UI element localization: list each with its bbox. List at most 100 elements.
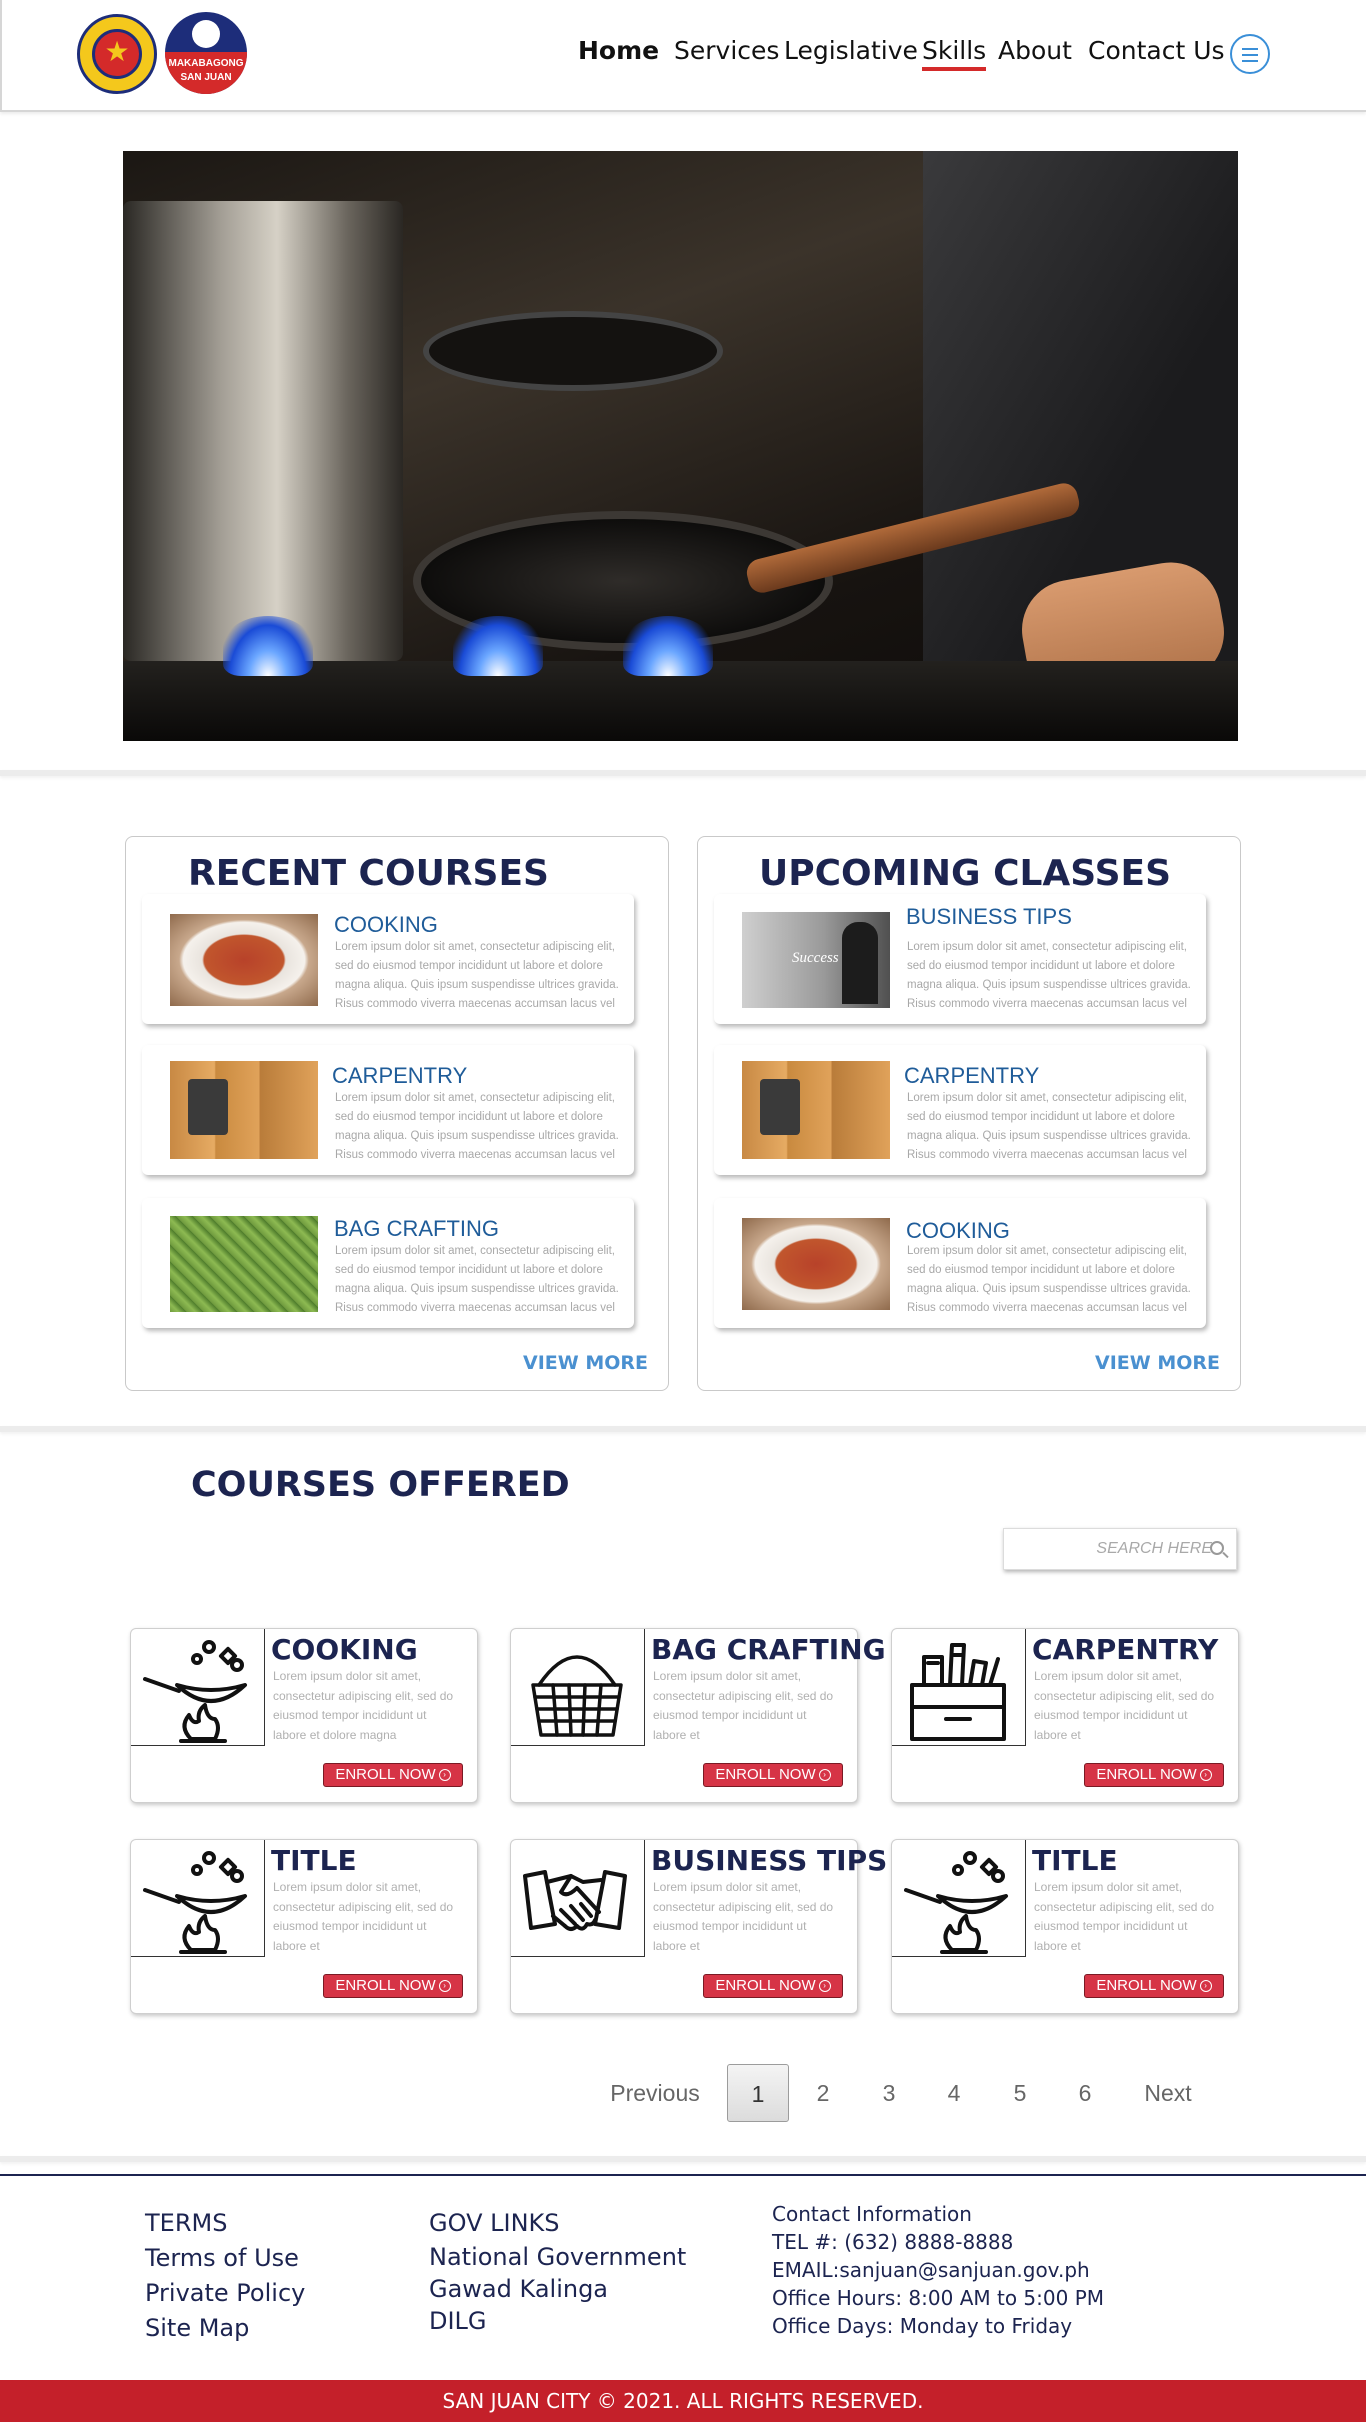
arrow-right-circle-icon: › — [1199, 1769, 1212, 1782]
course-card-description: Lorem ipsum dolor sit amet, consectetur … — [1034, 1880, 1215, 1953]
course-title[interactable]: CARPENTRY — [332, 1063, 467, 1089]
section-divider — [0, 770, 1366, 776]
course-description: Lorem ipsum dolor sit amet, consectetur … — [335, 1092, 619, 1161]
course-card-title-1[interactable]: TITLE Lorem ipsum dolor sit amet, consec… — [130, 1839, 478, 2014]
enroll-label: ENROLL NOW — [335, 1766, 436, 1783]
footer-terms-column: TERMS Terms of Use Private Policy Site M… — [145, 2206, 305, 2346]
cooking-thumbnail — [742, 1218, 890, 1310]
search-icon[interactable] — [1210, 1541, 1224, 1555]
nav-contact-us[interactable]: Contact Us — [1088, 36, 1225, 65]
course-card-carpentry[interactable]: CARPENTRY Lorem ipsum dolor sit amet, co… — [891, 1628, 1239, 1803]
pagination: Previous 1 2 3 4 5 6 Next — [0, 2064, 1366, 2124]
pagination-page-5[interactable]: 5 — [1005, 2064, 1035, 2122]
course-card-description: Lorem ipsum dolor sit amet, consectetur … — [653, 1669, 834, 1742]
enroll-now-button[interactable]: ENROLL NOW › — [323, 1763, 463, 1787]
enroll-now-button[interactable]: ENROLL NOW › — [1084, 1974, 1224, 1998]
recent-course-card[interactable]: BAG CRAFTING Lorem ipsum dolor sit amet,… — [142, 1198, 634, 1328]
enroll-now-button[interactable]: ENROLL NOW › — [323, 1974, 463, 1998]
recent-course-card[interactable]: COOKING Lorem ipsum dolor sit amet, cons… — [142, 894, 634, 1024]
footer-contact-email[interactable]: EMAIL:sanjuan@sanjuan.gov.ph — [772, 2256, 1104, 2284]
footer-gov-links-heading: GOV LINKS — [429, 2209, 560, 2237]
class-description: Lorem ipsum dolor sit amet, consectetur … — [907, 1092, 1191, 1161]
pagination-previous[interactable]: Previous — [600, 2064, 710, 2122]
course-card-description: Lorem ipsum dolor sit amet, consectetur … — [1034, 1669, 1215, 1742]
recent-course-card[interactable]: CARPENTRY Lorem ipsum dolor sit amet, co… — [142, 1045, 634, 1175]
arrow-right-circle-icon: › — [1199, 1980, 1212, 1993]
course-title[interactable]: BAG CRAFTING — [334, 1216, 499, 1242]
toolbox-icon — [892, 1629, 1026, 1746]
nav-legislative[interactable]: Legislative — [784, 36, 918, 65]
cooking-pan-fire-icon — [131, 1629, 265, 1746]
site-footer: TERMS Terms of Use Private Policy Site M… — [0, 2174, 1366, 2380]
footer-gov-links-column: GOV LINKS National Government Gawad Kali… — [429, 2206, 686, 2337]
cooking-thumbnail — [170, 914, 318, 1006]
footer-link-gawad-kalinga[interactable]: Gawad Kalinga — [429, 2273, 686, 2305]
recent-view-more-link[interactable]: VIEW MORE — [523, 1352, 648, 1374]
flame-icon — [453, 616, 543, 676]
pagination-page-4[interactable]: 4 — [939, 2064, 969, 2122]
thumb-success-text: Success — [792, 950, 839, 966]
course-search-box[interactable] — [1003, 1528, 1237, 1570]
course-card-title: BUSINESS TIPS — [651, 1844, 888, 1877]
upcoming-view-more-link[interactable]: VIEW MORE — [1095, 1352, 1220, 1374]
carpentry-thumbnail — [742, 1061, 890, 1159]
hamburger-menu-icon[interactable] — [1230, 34, 1270, 74]
footer-link-terms-of-use[interactable]: Terms of Use — [145, 2241, 305, 2276]
arrow-right-circle-icon: › — [818, 1769, 831, 1782]
main-nav: Home Services Legislative Skills About C… — [2, 36, 1366, 71]
course-card-title: COOKING — [271, 1633, 418, 1666]
enroll-label: ENROLL NOW — [1096, 1766, 1197, 1783]
enroll-now-button[interactable]: ENROLL NOW › — [703, 1974, 843, 1998]
arrow-right-circle-icon: › — [818, 1980, 831, 1993]
pagination-page-2[interactable]: 2 — [808, 2064, 838, 2122]
arrow-right-circle-icon: › — [438, 1980, 451, 1993]
class-description: Lorem ipsum dolor sit amet, consectetur … — [907, 1245, 1191, 1314]
course-card-title: TITLE — [271, 1844, 357, 1877]
nav-home[interactable]: Home — [578, 36, 659, 65]
flame-icon — [623, 616, 713, 676]
class-title[interactable]: CARPENTRY — [904, 1063, 1039, 1089]
class-title[interactable]: BUSINESS TIPS — [906, 904, 1072, 930]
footer-contact-days: Office Days: Monday to Friday — [772, 2314, 1073, 2338]
course-card-title-2[interactable]: TITLE Lorem ipsum dolor sit amet, consec… — [891, 1839, 1239, 2014]
upcoming-class-card[interactable]: COOKING Lorem ipsum dolor sit amet, cons… — [714, 1198, 1206, 1328]
footer-contact-heading: Contact Information — [772, 2202, 972, 2226]
basket-icon — [511, 1629, 645, 1746]
pagination-next[interactable]: Next — [1136, 2064, 1200, 2122]
nav-about[interactable]: About — [998, 36, 1072, 65]
footer-link-national-government[interactable]: National Government — [429, 2241, 686, 2273]
course-card-bag-crafting[interactable]: BAG CRAFTING Lorem ipsum dolor sit amet,… — [510, 1628, 886, 1803]
footer-link-private-policy[interactable]: Private Policy — [145, 2276, 305, 2311]
pagination-page-1[interactable]: 1 — [727, 2064, 789, 2122]
course-card-title: CARPENTRY — [1032, 1633, 1219, 1666]
course-card-business-tips[interactable]: BUSINESS TIPS Lorem ipsum dolor sit amet… — [510, 1839, 887, 2014]
carpentry-thumbnail — [170, 1061, 318, 1159]
pagination-page-3[interactable]: 3 — [874, 2064, 904, 2122]
upcoming-class-card[interactable]: Success BUSINESS TIPS Lorem ipsum dolor … — [714, 894, 1206, 1024]
pagination-page-6[interactable]: 6 — [1070, 2064, 1100, 2122]
nav-skills[interactable]: Skills — [922, 36, 987, 71]
course-card-description: Lorem ipsum dolor sit amet, consectetur … — [273, 1880, 454, 1953]
footer-terms-heading: TERMS — [145, 2209, 228, 2237]
logo-text-line2: SAN JUAN — [180, 72, 232, 83]
course-card-cooking[interactable]: COOKING Lorem ipsum dolor sit amet, cons… — [130, 1628, 478, 1803]
course-description: Lorem ipsum dolor sit amet, consectetur … — [335, 1245, 619, 1314]
upcoming-class-card[interactable]: CARPENTRY Lorem ipsum dolor sit amet, co… — [714, 1045, 1206, 1175]
recent-courses-panel: RECENT COURSES COOKING Lorem ipsum dolor… — [125, 836, 669, 1391]
enroll-now-button[interactable]: ENROLL NOW › — [1084, 1763, 1224, 1787]
enroll-now-button[interactable]: ENROLL NOW › — [703, 1763, 843, 1787]
enroll-label: ENROLL NOW — [715, 1977, 816, 1994]
hero-cooking-image — [123, 151, 1238, 741]
footer-link-site-map[interactable]: Site Map — [145, 2311, 305, 2346]
recent-courses-title: RECENT COURSES — [188, 853, 549, 894]
footer-link-dilg[interactable]: DILG — [429, 2305, 686, 2337]
class-title[interactable]: COOKING — [906, 1218, 1010, 1244]
search-input[interactable] — [1012, 1537, 1212, 1561]
site-header: ★ MAKABAGONG SAN JUAN Home Services Legi… — [0, 0, 1366, 112]
enroll-label: ENROLL NOW — [1096, 1977, 1197, 1994]
course-card-description: Lorem ipsum dolor sit amet, consectetur … — [653, 1880, 834, 1953]
cooking-pan-fire-icon — [892, 1840, 1026, 1957]
nav-services[interactable]: Services — [674, 36, 779, 65]
course-title[interactable]: COOKING — [334, 912, 438, 938]
business-thumbnail: Success — [742, 912, 890, 1008]
